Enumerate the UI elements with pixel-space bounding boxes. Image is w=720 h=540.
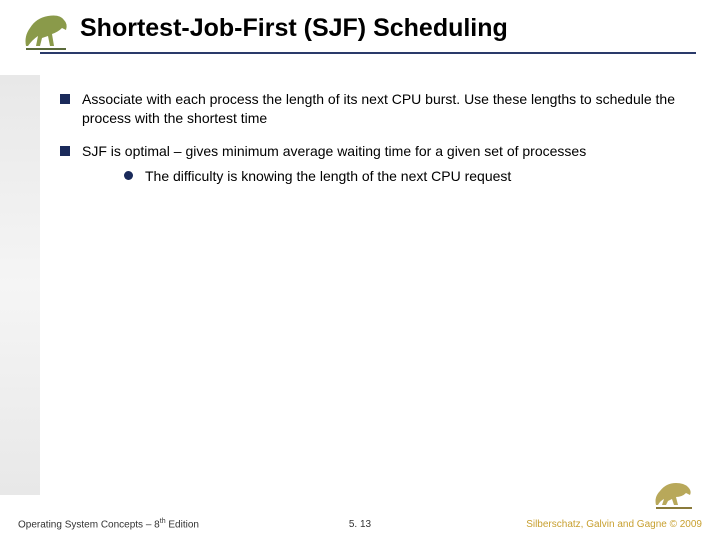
- title-underline: [40, 52, 696, 54]
- bullet-text: Associate with each process the length o…: [82, 90, 690, 128]
- dinosaur-icon-top: [18, 6, 78, 54]
- bullet-text: SJF is optimal – gives minimum average w…: [82, 142, 690, 161]
- circle-bullet-icon: [124, 171, 133, 180]
- sub-bullet-text: The difficulty is knowing the length of …: [145, 167, 511, 186]
- dinosaur-icon-bottom: [650, 477, 700, 512]
- bullet-item: SJF is optimal – gives minimum average w…: [60, 142, 690, 186]
- square-bullet-icon: [60, 94, 70, 104]
- slide-content: Associate with each process the length o…: [60, 90, 690, 200]
- sub-bullet-item: The difficulty is knowing the length of …: [124, 167, 690, 186]
- left-gradient-bar: [0, 75, 40, 495]
- bullet-item: Associate with each process the length o…: [60, 90, 690, 128]
- footer-copyright: Silberschatz, Galvin and Gagne © 2009: [526, 519, 702, 530]
- slide-title: Shortest-Job-First (SJF) Scheduling: [80, 14, 508, 43]
- square-bullet-icon: [60, 146, 70, 156]
